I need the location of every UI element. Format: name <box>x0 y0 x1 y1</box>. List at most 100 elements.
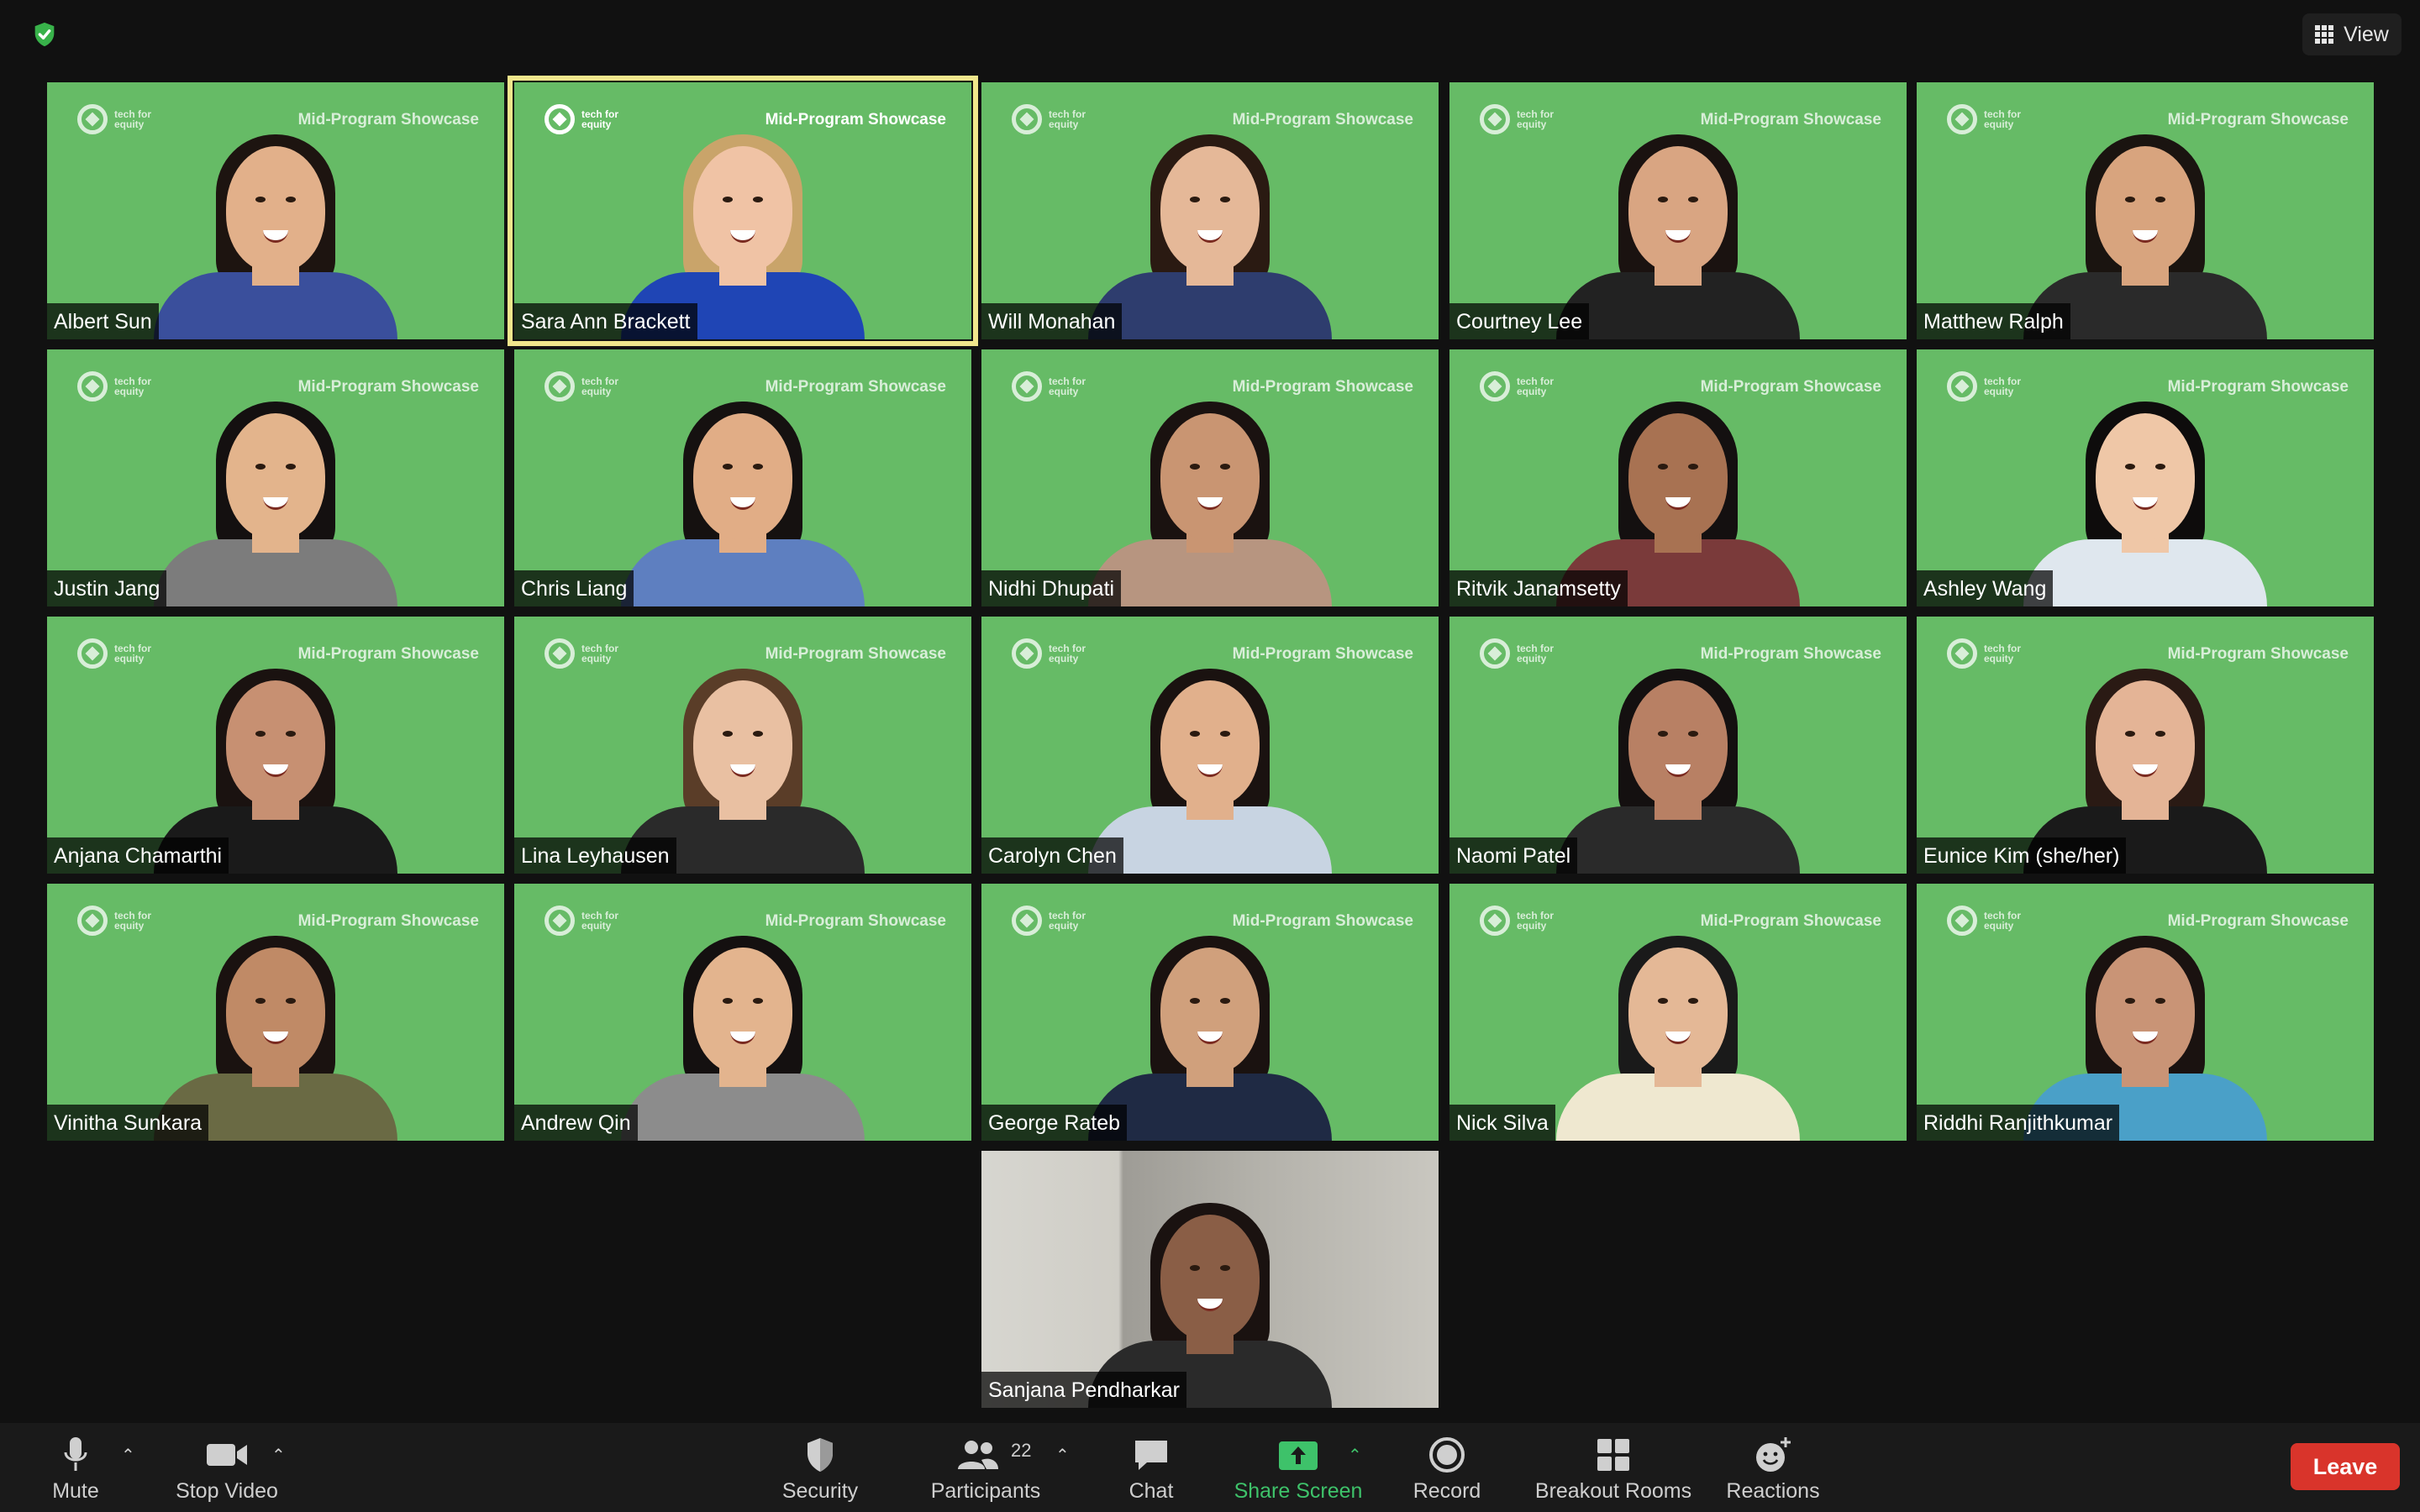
chat-button[interactable]: Chat <box>1109 1423 1193 1512</box>
view-button[interactable]: View <box>2302 13 2402 55</box>
participant-face <box>1160 948 1260 1074</box>
eye <box>753 731 763 737</box>
participant-video-tile[interactable]: tech for equity Mid-Program Showcase Lina … <box>514 617 971 874</box>
participant-video-tile[interactable]: Sanjana Pendharkar <box>981 1151 1439 1408</box>
eye <box>2125 731 2135 737</box>
eye <box>255 197 266 202</box>
participant-face <box>693 948 792 1074</box>
stop-video-label: Stop Video <box>176 1479 278 1503</box>
participant-name-label: Ritvik Janamsetty <box>1449 570 1628 606</box>
participant-video-tile[interactable]: tech for equity Mid-Program Showcase Ashle… <box>1917 349 2374 606</box>
diamond-logo-icon <box>77 104 108 134</box>
eye <box>2155 731 2165 737</box>
eye <box>1688 998 1698 1004</box>
eye <box>2125 197 2135 202</box>
participant-name-label: Sara Ann Brackett <box>514 303 697 339</box>
eye <box>753 197 763 202</box>
participant-video-tile[interactable]: tech for equity Mid-Program Showcase Justi… <box>47 349 504 606</box>
participant-video-feed <box>617 363 869 606</box>
eye <box>2125 464 2135 470</box>
video-options-chevron-icon[interactable]: ⌃ <box>271 1445 288 1465</box>
diamond-logo-icon <box>1012 371 1042 402</box>
participant-video-tile[interactable]: tech for equity Mid-Program Showcase Chris… <box>514 349 971 606</box>
share-screen-button[interactable]: Share Screen <box>1227 1423 1370 1512</box>
eye <box>1220 464 1230 470</box>
microphone-icon <box>63 1435 88 1475</box>
diamond-logo-icon <box>77 371 108 402</box>
participant-video-tile[interactable]: tech for equity Mid-Program Showcase Alber… <box>47 82 504 339</box>
participant-name-label: Nick Silva <box>1449 1105 1555 1141</box>
diamond-logo-icon <box>77 638 108 669</box>
participant-video-tile[interactable]: tech for equity Mid-Program Showcase Sara … <box>508 76 978 346</box>
participant-video-feed <box>1084 363 1336 606</box>
stop-video-button[interactable]: Stop Video <box>168 1423 286 1512</box>
eye <box>1658 197 1668 202</box>
participant-face <box>1160 146 1260 272</box>
audio-options-chevron-icon[interactable]: ⌃ <box>121 1445 138 1465</box>
participant-name-label: George Rateb <box>981 1105 1128 1141</box>
reactions-smiley-icon <box>1754 1435 1792 1475</box>
video-gallery: tech for equity Mid-Program Showcase Alber… <box>47 76 2375 1410</box>
eye <box>1220 998 1230 1004</box>
participant-face <box>1628 680 1728 806</box>
participant-name-label: Chris Liang <box>514 570 634 606</box>
participant-video-tile[interactable]: tech for equity Mid-Program Showcase Eunic… <box>1917 617 2374 874</box>
diamond-logo-icon <box>1480 906 1510 936</box>
breakout-rooms-label: Breakout Rooms <box>1534 1479 1692 1503</box>
participants-count: 22 <box>1011 1440 1032 1461</box>
participant-video-tile[interactable]: tech for equity Mid-Program Showcase Georg… <box>981 884 1439 1141</box>
mute-button[interactable]: Mute <box>34 1423 118 1512</box>
mute-label: Mute <box>52 1479 99 1503</box>
participant-video-tile[interactable]: tech for equity Mid-Program Showcase Anjan… <box>47 617 504 874</box>
participant-face <box>226 146 325 272</box>
breakout-rooms-button[interactable]: Breakout Rooms <box>1529 1423 1697 1512</box>
share-screen-label: Share Screen <box>1234 1479 1363 1503</box>
participant-video-tile[interactable]: tech for equity Mid-Program Showcase Andre… <box>514 884 971 1141</box>
participant-video-tile[interactable]: tech for equity Mid-Program Showcase Ritvi… <box>1449 349 1907 606</box>
eye <box>753 464 763 470</box>
participant-video-tile[interactable]: tech for equity Mid-Program Showcase Riddh… <box>1917 884 2374 1141</box>
participants-options-chevron-icon[interactable]: ⌃ <box>1055 1445 1072 1465</box>
participant-video-tile[interactable]: tech for equity Mid-Program Showcase Matth… <box>1917 82 2374 339</box>
leave-meeting-button[interactable]: Leave <box>2291 1443 2400 1490</box>
participant-name-label: Will Monahan <box>981 303 1123 339</box>
participant-video-tile[interactable]: tech for equity Mid-Program Showcase Nidhi… <box>981 349 1439 606</box>
eye <box>1190 197 1200 202</box>
eye <box>286 464 296 470</box>
record-label: Record <box>1413 1479 1481 1503</box>
eye <box>1688 197 1698 202</box>
participant-face <box>1628 413 1728 539</box>
participant-video-tile[interactable]: tech for equity Mid-Program Showcase Carol… <box>981 617 1439 874</box>
record-button[interactable]: Record <box>1405 1423 1489 1512</box>
eye <box>1688 731 1698 737</box>
participants-button[interactable]: Participants <box>924 1423 1047 1512</box>
participant-face <box>2096 413 2195 539</box>
security-label: Security <box>781 1479 859 1503</box>
share-options-chevron-icon[interactable]: ⌃ <box>1348 1445 1365 1465</box>
participant-video-tile[interactable]: tech for equity Mid-Program Showcase Nick … <box>1449 884 1907 1141</box>
participant-video-tile[interactable]: tech for equity Mid-Program Showcase Court… <box>1449 82 1907 339</box>
participant-video-tile[interactable]: tech for equity Mid-Program Showcase Vinit… <box>47 884 504 1141</box>
participant-video-tile[interactable]: tech for equity Mid-Program Showcase Will … <box>981 82 1439 339</box>
eye <box>1688 464 1698 470</box>
encryption-shield-icon[interactable] <box>30 20 59 49</box>
reactions-button[interactable]: Reactions <box>1723 1423 1823 1512</box>
participant-name-label: Sanjana Pendharkar <box>981 1372 1186 1408</box>
security-button[interactable]: Security <box>770 1423 871 1512</box>
security-shield-icon <box>803 1435 837 1475</box>
participant-video-tile[interactable]: tech for equity Mid-Program Showcase Naomi… <box>1449 617 1907 874</box>
eye <box>723 731 733 737</box>
eye <box>286 197 296 202</box>
participant-name-label: Ashley Wang <box>1917 570 2054 606</box>
video-camera-icon <box>205 1435 249 1475</box>
eye <box>1658 464 1668 470</box>
participant-name-label: Naomi Patel <box>1449 837 1578 874</box>
participants-icon <box>956 1435 1000 1475</box>
diamond-logo-icon <box>1480 638 1510 669</box>
eye <box>1220 197 1230 202</box>
diamond-logo-icon <box>544 906 575 936</box>
diamond-logo-icon <box>77 906 108 936</box>
participant-face <box>226 413 325 539</box>
diamond-logo-icon <box>1012 638 1042 669</box>
participant-video-feed <box>617 897 869 1141</box>
